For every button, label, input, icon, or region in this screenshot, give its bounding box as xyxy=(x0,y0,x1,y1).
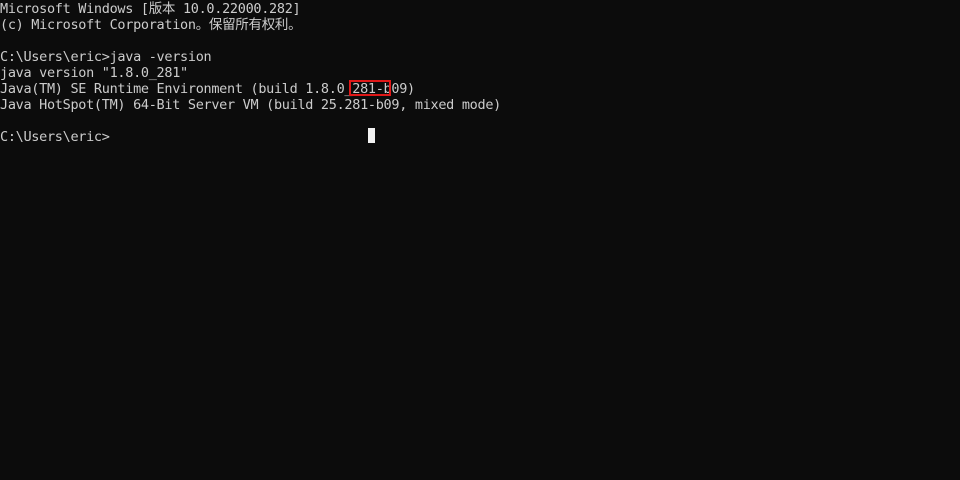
console-line-runtime-environment: Java(TM) SE Runtime Environment (build 1… xyxy=(0,81,415,97)
console-prompt[interactable]: C:\Users\eric> xyxy=(0,129,960,145)
console-line-java-version: java version "1.8.0_281" xyxy=(0,65,188,81)
text-cursor xyxy=(368,128,375,143)
console-line-hotspot-vm: Java HotSpot(TM) 64-Bit Server VM (build… xyxy=(0,97,501,113)
console-window[interactable]: Microsoft Windows [版本 10.0.22000.282] (c… xyxy=(0,0,960,480)
console-line-copyright: (c) Microsoft Corporation。保留所有权利。 xyxy=(0,17,302,33)
console-line-os-version: Microsoft Windows [版本 10.0.22000.282] xyxy=(0,1,301,17)
console-line-command: C:\Users\eric>java -version xyxy=(0,49,212,65)
